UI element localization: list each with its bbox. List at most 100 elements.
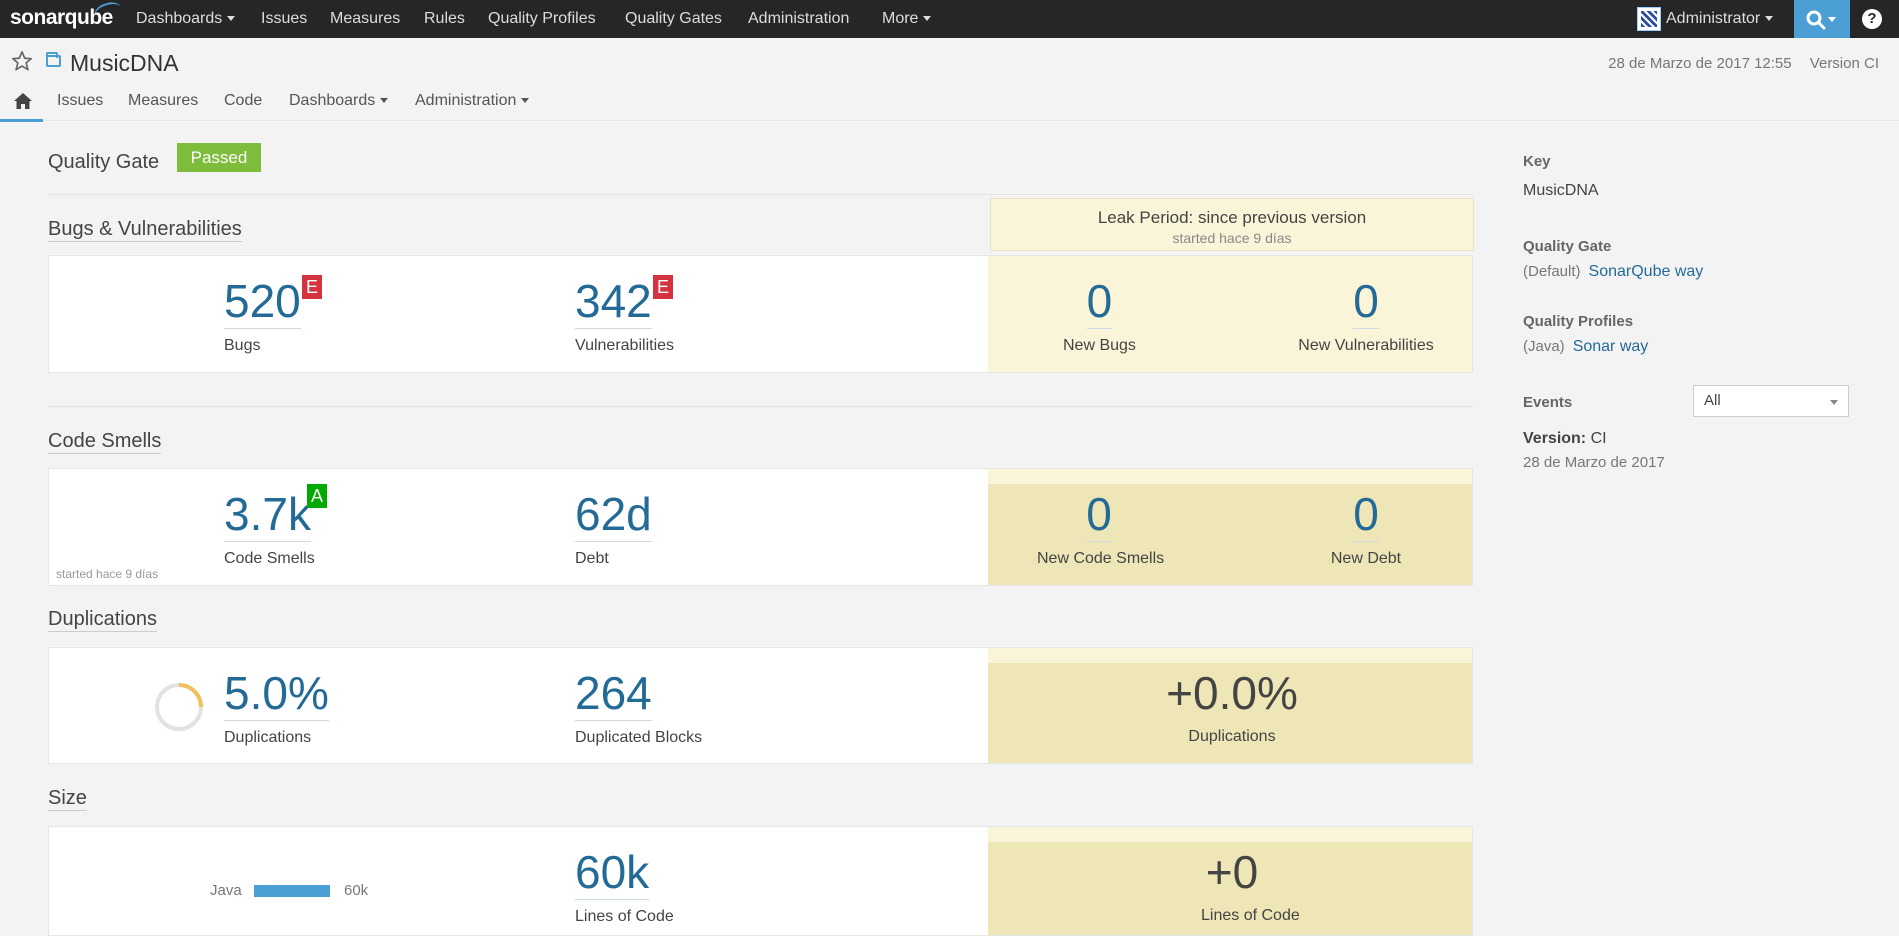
nav-administration[interactable]: Administration [748,10,849,28]
user-menu[interactable]: Administrator [1666,10,1774,28]
event-version-value: CI [1590,430,1607,447]
chevron-down-icon [521,98,530,104]
nav-quality-profiles[interactable]: Quality Profiles [488,10,596,28]
leak-period-started: started hace 9 días [1172,230,1292,246]
search-button[interactable] [1794,0,1850,38]
avatar-icon[interactable] [1637,7,1661,31]
new-code-smells-metric[interactable]: 0 New Code Smells [1037,489,1164,568]
event-version-label: Version: [1523,430,1587,447]
new-debt-label: New Debt [1330,550,1402,567]
language-value: 60k [344,882,369,899]
tab-administration-label: Administration [415,92,517,109]
project-name[interactable]: MusicDNA [70,50,179,77]
code-smells-panel: 3.7k Code Smells A 62d Debt started hace… [48,468,1473,586]
chevron-down-icon [380,98,389,104]
new-loc-value[interactable]: +0 [1206,847,1258,899]
bugs-rating-badge[interactable]: E [302,275,322,299]
bugs-value[interactable]: 520 [224,276,301,329]
project-version: Version CI [1809,55,1879,72]
size-title[interactable]: Size [48,786,87,811]
nav-more[interactable]: More [882,10,932,28]
new-vulnerabilities-metric[interactable]: 0 New Vulnerabilities [1294,276,1438,355]
tab-administration[interactable]: Administration [415,92,530,110]
code-smells-value[interactable]: 3.7k [224,489,311,542]
duplications-value[interactable]: 5.0% [224,668,329,721]
tab-measures[interactable]: Measures [128,92,198,110]
language-label: Java [210,882,242,899]
new-loc-label: Lines of Code [1201,907,1300,924]
sidebar-quality-gate-row: (Default) SonarQube way [1523,263,1703,281]
duplications-title[interactable]: Duplications [48,607,157,632]
leak-cap [988,827,1472,842]
new-duplications-metric[interactable]: +0.0% Duplications [1162,668,1302,746]
star-icon[interactable] [11,50,33,72]
vulnerabilities-value[interactable]: 342 [575,276,652,329]
duplications-label: Duplications [224,729,312,746]
code-smells-title[interactable]: Code Smells [48,429,162,454]
new-duplications-label: Duplications [1188,728,1276,745]
bugs-metric[interactable]: 520 Bugs [224,276,301,355]
nav-more-label: More [882,10,919,27]
sidebar-events-label: Events [1523,394,1573,411]
new-bugs-metric[interactable]: 0 New Bugs [1063,276,1136,355]
new-bugs-label: New Bugs [1063,337,1136,354]
debt-metric[interactable]: 62d Debt [575,489,652,568]
new-debt-metric[interactable]: 0 New Debt [1325,489,1407,568]
vulnerabilities-rating-badge[interactable]: E [653,275,673,299]
divider [48,406,1473,407]
code-smells-metric[interactable]: 3.7k Code Smells [224,489,315,568]
quality-profile-link[interactable]: Sonar way [1573,338,1649,355]
nav-rules[interactable]: Rules [424,10,465,28]
events-filter-select[interactable]: All [1693,385,1849,417]
duplicated-blocks-value[interactable]: 264 [575,668,652,721]
new-debt-value[interactable]: 0 [1353,489,1379,542]
quality-gate-title: Quality Gate [48,151,160,173]
nav-issues[interactable]: Issues [261,10,307,28]
code-smells-started-note: started hace 9 días [56,567,159,581]
sonarqube-logo[interactable]: sonarqube [10,0,125,30]
user-name: Administrator [1666,10,1761,27]
lines-of-code-metric[interactable]: 60k Lines of Code [575,847,674,926]
search-icon [1806,10,1826,30]
code-smells-rating-badge[interactable]: A [307,484,327,508]
nav-measures[interactable]: Measures [330,10,400,28]
sidebar-key-value: MusicDNA [1523,182,1599,199]
bugs-vulnerabilities-title[interactable]: Bugs & Vulnerabilities [48,217,242,242]
loc-label: Lines of Code [575,908,674,925]
vulnerabilities-label: Vulnerabilities [575,337,675,354]
bugs-panel: 520 Bugs E 342 Vulnerabilities E 0 New B… [48,255,1473,373]
sidebar-quality-profiles-label: Quality Profiles [1523,313,1634,330]
nav-dashboards-label: Dashboards [136,10,223,27]
new-code-smells-value[interactable]: 0 [1086,489,1112,542]
nav-quality-gates[interactable]: Quality Gates [625,10,722,28]
chevron-down-icon [1765,16,1774,22]
help-icon[interactable]: ? [1862,9,1882,29]
new-duplications-value[interactable]: +0.0% [1166,668,1298,720]
quality-gate-link[interactable]: SonarQube way [1589,263,1704,280]
new-bugs-value[interactable]: 0 [1086,276,1113,329]
leak-cap [988,648,1472,663]
sidebar-qp-prefix: (Java) [1523,338,1565,355]
sidebar-key-label: Key [1523,153,1551,170]
duplications-metric[interactable]: 5.0% Duplications [224,668,329,747]
new-lines-metric[interactable]: +0 Lines of Code [1201,847,1300,925]
language-bar [254,885,330,897]
leak-period-header: Leak Period: since previous version star… [990,198,1474,251]
tab-home[interactable] [0,86,43,122]
new-vulnerabilities-label: New Vulnerabilities [1298,337,1434,354]
sidebar-qg-prefix: (Default) [1523,263,1581,280]
chevron-down-icon [1828,17,1836,22]
nav-dashboards[interactable]: Dashboards [136,10,236,28]
new-vulnerabilities-value[interactable]: 0 [1353,276,1379,329]
loc-value[interactable]: 60k [575,847,650,900]
chevron-down-icon [1830,400,1838,405]
top-navbar: sonarqube Dashboards Issues Measures Rul… [0,0,1899,38]
debt-value[interactable]: 62d [575,489,652,542]
sidebar-quality-profiles-row: (Java) Sonar way [1523,338,1648,356]
tab-dashboards-label: Dashboards [289,92,376,109]
tab-code[interactable]: Code [224,92,262,110]
tab-issues[interactable]: Issues [57,92,103,110]
tab-dashboards[interactable]: Dashboards [289,92,389,110]
duplications-donut-arc [178,683,203,708]
duplicated-blocks-metric[interactable]: 264 Duplicated Blocks [575,668,702,747]
